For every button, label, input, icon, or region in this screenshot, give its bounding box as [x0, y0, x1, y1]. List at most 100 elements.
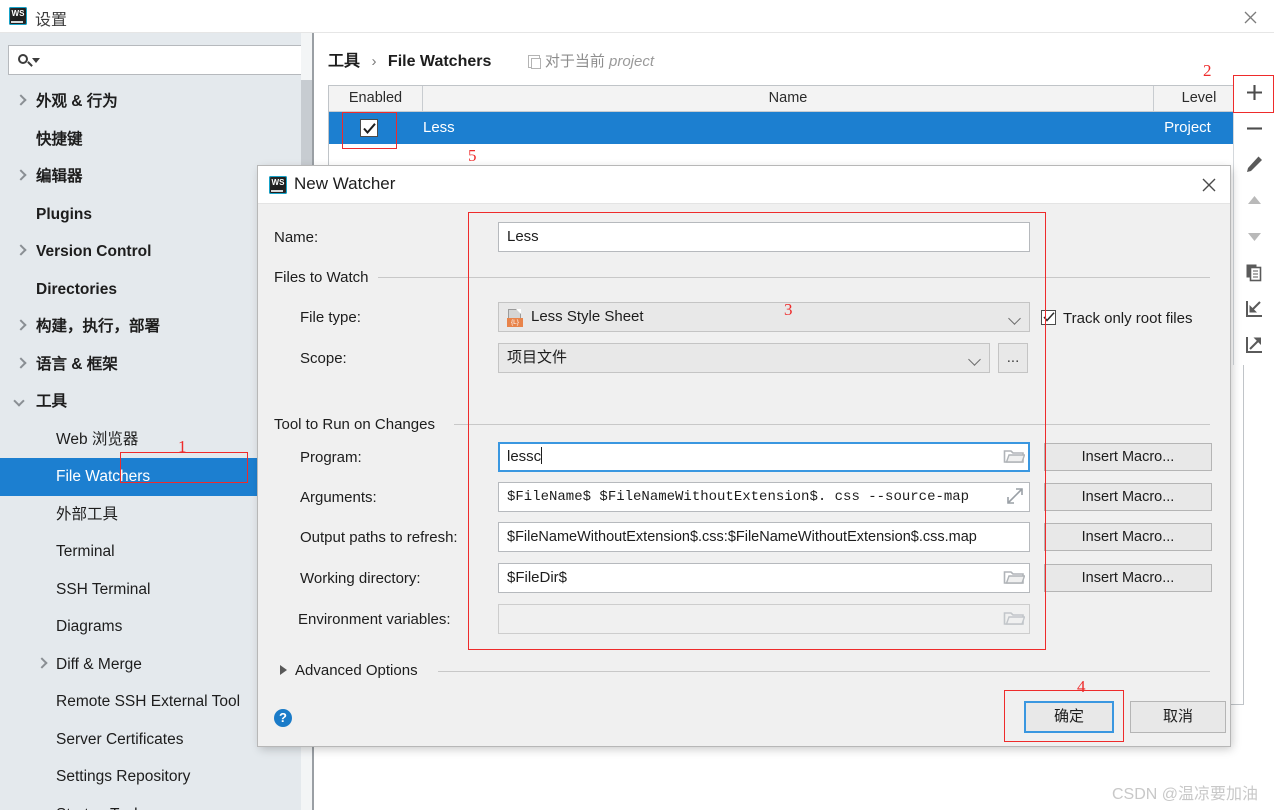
- sidebar-item-7[interactable]: 语言 & 框架: [0, 346, 300, 384]
- search-input[interactable]: [8, 45, 304, 75]
- dialog-close-button[interactable]: [1192, 170, 1226, 200]
- add-watcher-button[interactable]: [1234, 75, 1274, 111]
- tool-section-label: Tool to Run on Changes: [274, 416, 435, 433]
- sidebar-item-label: 外观 & 行为: [36, 93, 118, 110]
- sidebar-item-label: SSH Terminal: [56, 580, 151, 598]
- breadcrumb-separator: ›: [371, 53, 377, 70]
- sidebar-item-label: 语言 & 框架: [36, 355, 118, 373]
- sidebar-item-label: 编辑器: [36, 168, 83, 185]
- move-up-button[interactable]: [1234, 183, 1274, 219]
- environment-variables-browse-icon[interactable]: [1003, 609, 1026, 629]
- table-header: Enabled Name Level: [329, 86, 1243, 112]
- chevron-right-icon[interactable]: [15, 321, 25, 331]
- chevron-down-icon: [970, 355, 979, 364]
- sidebar-item-label: Startup Tasks: [56, 796, 150, 810]
- file-type-label: File type:: [300, 309, 361, 326]
- sidebar-item-9[interactable]: Web 浏览器: [0, 421, 300, 459]
- sidebar-item-14[interactable]: Diagrams: [0, 608, 300, 646]
- help-button[interactable]: ?: [274, 709, 292, 727]
- dialog-title: New Watcher: [294, 174, 396, 193]
- column-header-name[interactable]: Name: [423, 86, 1153, 111]
- working-directory-input[interactable]: $FileDir$: [498, 563, 1030, 593]
- window-close-button[interactable]: [1228, 0, 1274, 32]
- watermark: CSDN @温凉要加油: [1111, 786, 1258, 803]
- chevron-right-icon[interactable]: [36, 659, 46, 669]
- settings-tree: 外观 & 行为快捷键编辑器 Plugins Version Control Direc…: [0, 83, 300, 810]
- copy-icon[interactable]: [1234, 255, 1274, 291]
- sidebar-item-label: File Watchers: [56, 468, 151, 485]
- sidebar-item-label: Diff & Merge: [56, 655, 142, 673]
- watchers-toolbar: [1233, 75, 1274, 365]
- name-input[interactable]: Less: [498, 222, 1030, 252]
- file-type-select[interactable]: {L} Less Style Sheet: [498, 302, 1030, 332]
- program-browse-icon[interactable]: [1003, 447, 1026, 467]
- sidebar-item-0[interactable]: 外观 & 行为: [0, 83, 300, 121]
- ok-button[interactable]: 确定: [1024, 701, 1114, 733]
- scope-note-project: project: [609, 53, 655, 70]
- pencil-icon[interactable]: [1234, 147, 1274, 183]
- sidebar-item-5[interactable]: Directories: [0, 271, 300, 309]
- copy-icon: [527, 55, 541, 69]
- advanced-options-toggle[interactable]: Advanced Options: [280, 662, 418, 679]
- sidebar-item-16[interactable]: Remote SSH External Tool: [0, 683, 300, 721]
- new-watcher-dialog: New Watcher Name: Less Files to Watch Fi…: [258, 166, 1230, 746]
- sidebar-item-4[interactable]: Version Control: [0, 233, 300, 271]
- sidebar-item-6[interactable]: 构建，执行，部署: [0, 308, 300, 346]
- sidebar-item-17[interactable]: Server Certificates: [0, 721, 300, 759]
- track-only-root-files-checkbox[interactable]: Track only root files: [1041, 308, 1193, 327]
- insert-macro-button-output[interactable]: Insert Macro...: [1044, 523, 1212, 551]
- sidebar-item-18[interactable]: Settings Repository: [0, 758, 300, 796]
- row-enabled-checkbox[interactable]: [360, 119, 378, 137]
- window-titlebar: 设置: [0, 0, 1274, 33]
- chevron-right-icon[interactable]: [15, 246, 25, 256]
- sidebar-item-8[interactable]: 工具: [0, 383, 300, 421]
- less-file-icon: {L}: [507, 309, 524, 327]
- column-header-enabled[interactable]: Enabled: [329, 86, 423, 111]
- sidebar-item-1[interactable]: 快捷键: [0, 121, 300, 159]
- scope-note: 对于当前 project: [527, 53, 655, 70]
- dialog-body: Name: Less Files to Watch File type: {L}…: [258, 204, 1230, 746]
- insert-macro-button-arguments[interactable]: Insert Macro...: [1044, 483, 1212, 511]
- sidebar-item-label: Terminal: [56, 543, 115, 560]
- row-level[interactable]: Project: [1153, 112, 1244, 144]
- sidebar-item-12[interactable]: Terminal: [0, 533, 300, 571]
- settings-window: 设置 外观 & 行为快捷键编辑器 Plugins Version Control Di…: [0, 0, 1274, 810]
- sidebar-item-19[interactable]: Startup Tasks: [0, 796, 300, 810]
- sidebar-item-2[interactable]: 编辑器: [0, 158, 300, 196]
- scope-select[interactable]: 项目文件: [498, 343, 990, 373]
- export-icon[interactable]: [1234, 327, 1274, 363]
- remove-watcher-button[interactable]: [1234, 111, 1274, 147]
- breadcrumb-root[interactable]: 工具: [328, 53, 360, 70]
- name-label: Name:: [274, 229, 319, 246]
- output-paths-input[interactable]: $FileNameWithoutExtension$.css:$FileName…: [498, 522, 1030, 552]
- program-input[interactable]: lessc: [498, 442, 1030, 472]
- sidebar-item-10[interactable]: File Watchers: [0, 458, 300, 496]
- arguments-input[interactable]: $FileName$ $FileNameWithoutExtension$. c…: [498, 482, 1030, 512]
- sidebar-item-11[interactable]: 外部工具: [0, 496, 300, 534]
- insert-macro-button-workdir[interactable]: Insert Macro...: [1044, 564, 1212, 592]
- column-header-level[interactable]: Level: [1153, 86, 1244, 111]
- environment-variables-label: Environment variables:: [298, 611, 451, 628]
- working-directory-browse-icon[interactable]: [1003, 568, 1026, 588]
- sidebar-item-label: Remote SSH External Tool: [56, 693, 241, 710]
- program-value: lessc: [507, 448, 542, 465]
- breadcrumb: 工具 › File Watchers 对于当前 project: [328, 47, 654, 71]
- scope-browse-button[interactable]: ...: [998, 343, 1028, 373]
- working-directory-label: Working directory:: [300, 570, 421, 587]
- move-down-button[interactable]: [1234, 219, 1274, 255]
- import-icon[interactable]: [1234, 291, 1274, 327]
- expand-arguments-icon[interactable]: [1006, 487, 1026, 507]
- environment-variables-input[interactable]: [498, 604, 1030, 634]
- insert-macro-button-program[interactable]: Insert Macro...: [1044, 443, 1212, 471]
- chevron-right-icon[interactable]: [15, 96, 25, 106]
- chevron-right-icon[interactable]: [15, 171, 25, 181]
- chevron-right-icon[interactable]: [15, 359, 25, 369]
- advanced-divider: [438, 671, 1210, 672]
- sidebar-item-15[interactable]: Diff & Merge: [0, 646, 300, 684]
- cancel-button[interactable]: 取消: [1130, 701, 1226, 733]
- sidebar-item-3[interactable]: Plugins: [0, 196, 300, 234]
- chevron-down-icon[interactable]: [15, 396, 25, 406]
- table-row[interactable]: Less Project: [329, 112, 1243, 144]
- breadcrumb-leaf: File Watchers: [387, 53, 492, 70]
- sidebar-item-13[interactable]: SSH Terminal: [0, 571, 300, 609]
